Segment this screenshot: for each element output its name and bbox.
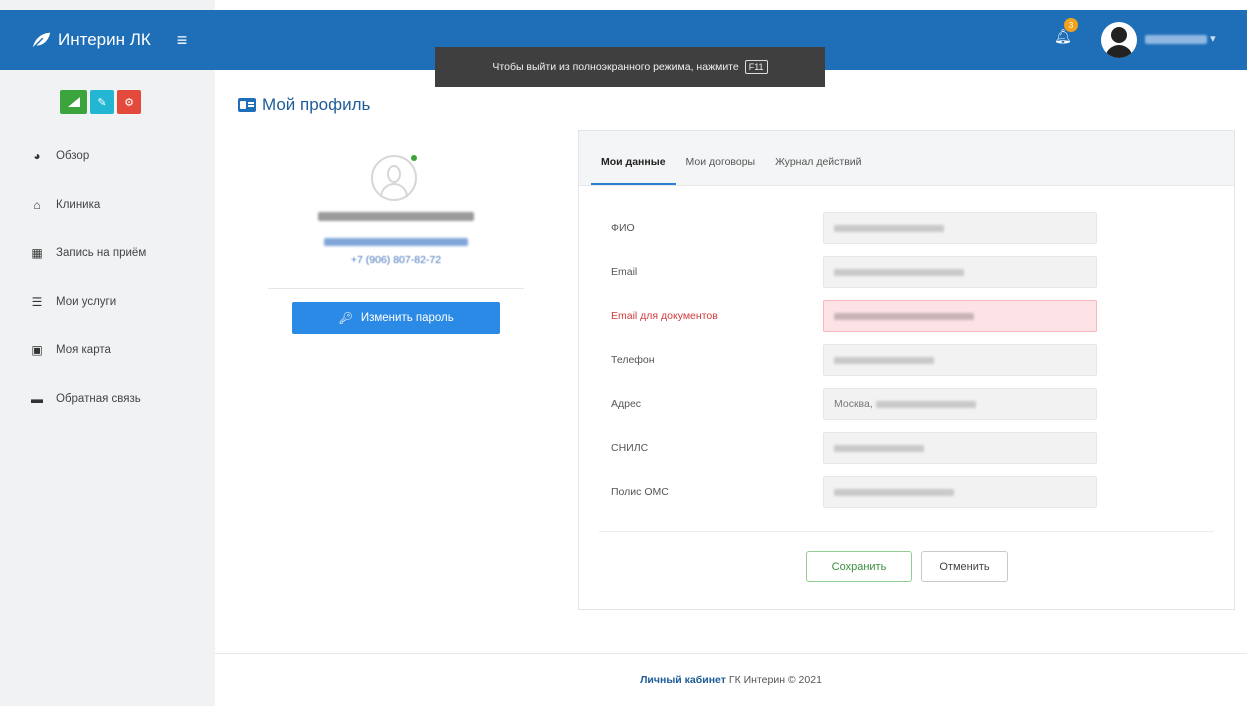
form-row-snils: СНИЛС [611,432,1111,464]
stats-button[interactable] [60,90,87,114]
profile-name-redacted [318,212,474,221]
oms-field[interactable] [823,476,1097,508]
footer-link[interactable]: Личный кабинет [640,674,726,686]
edit-icon: ✎ [97,96,107,109]
phone-field[interactable] [823,344,1097,376]
tab-activity-log[interactable]: Журнал действий [765,156,871,185]
profile-divider [268,288,524,289]
fio-label: ФИО [611,222,635,234]
bar-chart-icon [67,97,80,107]
form-row-email: Email [611,256,1111,288]
phone-label: Телефон [611,354,655,366]
tab-contracts[interactable]: Мои договоры [676,156,766,185]
form-row-fio: ФИО [611,212,1111,244]
profile-avatar [371,155,417,201]
sidebar-item-overview[interactable]: ◕ Обзор [0,132,215,181]
menu-toggle-icon[interactable]: ≡ [177,30,188,51]
footer-text: ГК Интерин © 2021 [728,674,822,686]
page-title: Мой профиль [238,95,370,115]
notifications-button[interactable]: 🔔︎ 3 [1054,18,1078,45]
key-icon: 🔑︎ [338,313,353,325]
profile-phone: +7 (906) 807-82-72 [350,254,442,266]
settings-button[interactable]: ⚙ [117,90,141,114]
footer: Личный кабинет ГК Интерин © 2021 [215,653,1247,706]
email-field[interactable] [823,256,1097,288]
notification-badge: 3 [1064,18,1078,32]
user-name-redacted [1145,34,1207,44]
online-status-dot [411,155,417,161]
profile-email-redacted [324,238,468,246]
oms-label: Полис ОМС [611,486,669,498]
address-value-prefix: Москва, [834,398,876,410]
calendar-icon: ▦ [31,246,43,261]
quick-actions: ✎ ⚙ [60,90,141,114]
form-row-doc-email: Email для документов [611,300,1111,332]
fio-field[interactable] [823,212,1097,244]
doc-email-label: Email для документов [611,310,718,322]
save-button[interactable]: Сохранить [806,551,912,582]
form-row-oms: Полис ОМС [611,476,1111,508]
fullscreen-hint-key: F11 [744,60,768,74]
sidebar-menu: ◕ Обзор ⌂ Клиника ▦ Запись на приём ☰ Мо… [0,132,215,423]
sidebar-item-label: Обзор [56,150,90,163]
comment-icon: ▬ [31,391,43,406]
address-label: Адрес [611,398,642,410]
sidebar-item-clinic[interactable]: ⌂ Клиника [0,181,215,230]
user-avatar[interactable] [1101,22,1137,58]
brand-bar: Интерин ЛК ≡ [0,10,215,70]
form-row-address: Адрес Москва, [611,388,1111,420]
fullscreen-hint: Чтобы выйти из полноэкранного режима, на… [435,47,825,87]
leaf-logo-icon [32,32,51,49]
form-divider [599,531,1214,532]
brand-name: Интерин ЛК [58,30,151,49]
cancel-button[interactable]: Отменить [921,551,1008,582]
pie-chart-icon: ◕ [33,149,41,164]
sidebar-item-services[interactable]: ☰ Мои услуги [0,278,215,327]
sidebar-item-label: Клиника [56,198,101,211]
user-menu[interactable]: ▾ [1145,32,1216,45]
change-password-label: Изменить пароль [360,312,454,324]
doc-email-field[interactable] [823,300,1097,332]
page-title-text: Мой профиль [262,95,371,114]
email-label: Email [611,266,638,278]
change-password-button[interactable]: 🔑︎ Изменить пароль [292,302,500,334]
sidebar-item-label: Запись на приём [56,247,147,260]
sidebar: Интерин ЛК ≡ ✎ ⚙ ◕ Обзор ⌂ Клиника ▦ Зап… [0,0,215,706]
sidebar-item-appointment[interactable]: ▦ Запись на приём [0,229,215,278]
home-icon: ⌂ [33,197,41,212]
form-row-phone: Телефон [611,344,1111,376]
gears-icon: ⚙ [124,96,134,109]
book-icon: ▣ [31,343,43,358]
profile-data-panel: Мои данные Мои договоры Журнал действий … [578,130,1235,610]
sidebar-item-feedback[interactable]: ▬ Обратная связь [0,375,215,424]
fullscreen-hint-text: Чтобы выйти из полноэкранного режима, на… [492,61,739,73]
tab-bar: Мои данные Мои договоры Журнал действий [579,131,1234,186]
address-field[interactable]: Москва, [823,388,1097,420]
snils-label: СНИЛС [611,442,649,454]
id-card-icon [238,98,256,112]
list-icon: ☰ [31,294,43,309]
chevron-down-icon: ▾ [1210,33,1216,45]
sidebar-item-card[interactable]: ▣ Моя карта [0,326,215,375]
sidebar-item-label: Мои услуги [56,295,117,308]
sidebar-item-label: Моя карта [56,344,111,357]
edit-button[interactable]: ✎ [90,90,114,114]
tab-my-data[interactable]: Мои данные [591,156,676,185]
snils-field[interactable] [823,432,1097,464]
sidebar-item-label: Обратная связь [56,392,141,405]
